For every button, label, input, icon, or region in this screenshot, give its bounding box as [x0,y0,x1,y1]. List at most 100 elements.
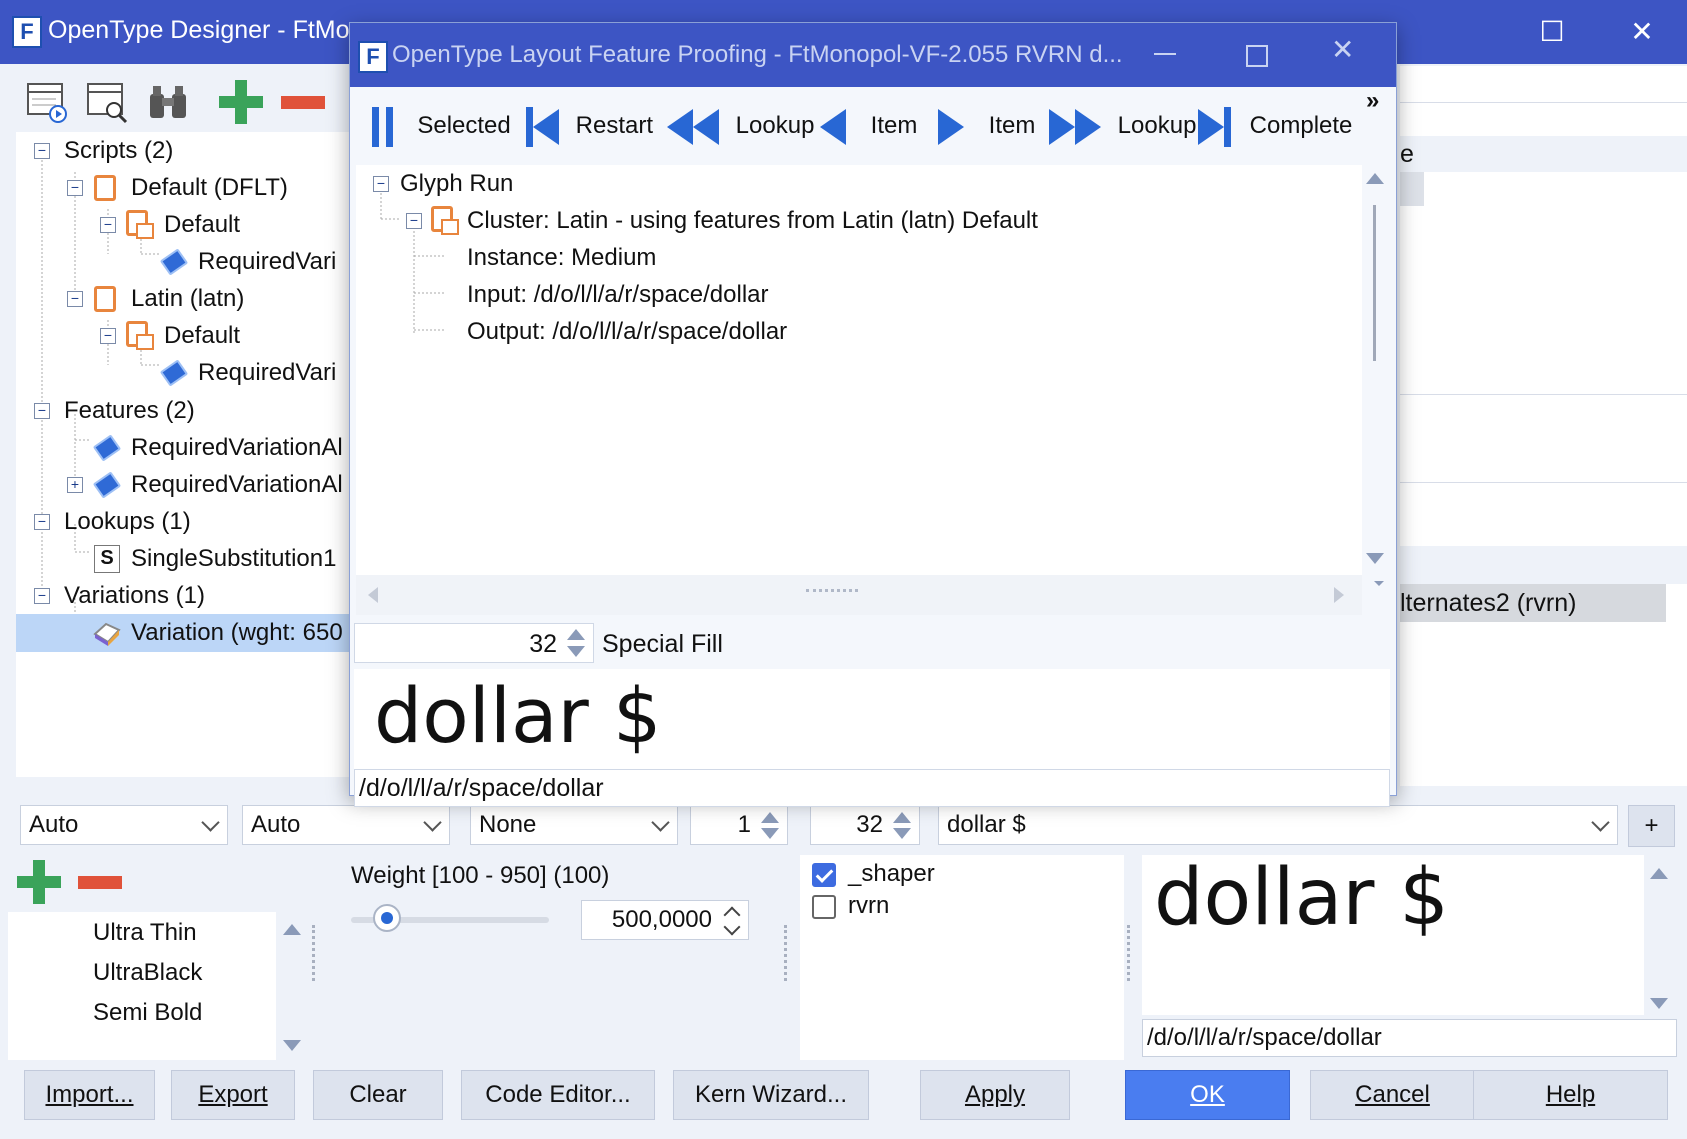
minimize-button[interactable] [1154,53,1176,55]
spin-count[interactable]: 1 [690,805,788,845]
restart-button[interactable]: Restart [526,99,653,153]
combo-none[interactable]: None [470,805,678,845]
scroll-right-icon[interactable] [1334,587,1344,603]
horizontal-scrollbar[interactable] [356,575,1362,615]
glyph-run-tree[interactable]: − Glyph Run − Cluster: Latin - using fea… [356,165,1362,575]
scroll-left-icon[interactable] [368,587,378,603]
collapse-icon[interactable]: − [34,143,50,159]
remove-icon[interactable] [281,96,325,109]
clear-button[interactable]: Clear [313,1070,443,1120]
spin-up-icon[interactable] [893,812,911,823]
tree-node-variations[interactable]: − Variations (1) [16,577,351,615]
tree-node-default-lang[interactable]: − Default [16,317,351,355]
cancel-button[interactable]: Cancel [1310,1070,1475,1120]
collapse-icon[interactable]: − [34,514,50,530]
tree-node-default-dflt[interactable]: − Default (DFLT) [16,169,351,207]
tree-node-features[interactable]: − Features (2) [16,392,351,430]
collapse-icon[interactable]: − [34,403,50,419]
maximize-button[interactable] [1246,45,1268,67]
tree-node-feature[interactable]: RequiredVariationAl [16,429,351,467]
tree-node-variation-selected[interactable]: Variation (wght: 650 [16,614,351,652]
scroll-thumb[interactable] [1373,205,1376,361]
instances-list[interactable]: Ultra Thin UltraBlack Semi Bold [8,912,276,1060]
tree-node-lookup[interactable]: S SingleSubstitution1 [16,540,351,578]
import-button[interactable]: Import... [24,1070,155,1120]
splitter-grip[interactable] [1127,925,1132,981]
scroll-down-icon[interactable] [283,1040,301,1051]
spin-down-icon[interactable] [567,646,585,657]
tree-node-feature[interactable]: + RequiredVariationAl [16,466,351,504]
splitter-grip[interactable] [312,925,317,981]
scroll-up-icon[interactable] [283,924,301,935]
toolbar-overflow-button[interactable]: » [1366,87,1379,115]
table-search-icon[interactable] [86,80,130,124]
font-size-spin[interactable]: 32 [354,623,594,663]
dialog-glyph-input[interactable]: /d/o/l/l/a/r/space/dollar [354,769,1390,807]
tree-node-required-feature[interactable]: RequiredVari [16,243,351,281]
complete-button[interactable]: Complete [1198,99,1352,153]
next-lookup-button[interactable]: Lookup [1049,99,1196,153]
next-item-button[interactable]: Item [938,99,1035,153]
scroll-down-icon[interactable] [1650,998,1668,1009]
kern-wizard-button[interactable]: Kern Wizard... [673,1070,869,1120]
spin-size[interactable]: 32 [810,805,920,845]
collapse-icon[interactable]: − [100,328,116,344]
selected-row[interactable]: lternates2 (rvrn) [1400,584,1666,622]
table-play-icon[interactable] [26,80,70,124]
combo-auto-2[interactable]: Auto [242,805,450,845]
tree-node-lookups[interactable]: − Lookups (1) [16,503,351,541]
spin-down-icon[interactable] [893,828,911,839]
combo-auto-1[interactable]: Auto [20,805,228,845]
splitter-grip[interactable] [784,925,789,981]
add-instance-icon[interactable] [17,860,61,904]
close-button[interactable]: ✕ [1622,12,1662,52]
weight-slider[interactable] [351,904,549,932]
weight-value-spin[interactable]: 500,0000 [581,900,749,940]
sample-text-combo[interactable]: dollar $ [938,805,1618,845]
export-button[interactable]: Export [171,1070,295,1120]
previous-item-button[interactable]: Item [820,99,917,153]
spin-up-icon[interactable] [761,812,779,823]
collapse-icon[interactable]: − [67,180,83,196]
scroll-up-icon[interactable] [1650,868,1668,879]
maximize-button[interactable]: ☐ [1532,12,1572,52]
tree-node-instance[interactable]: Instance: Medium [467,239,656,277]
collapse-icon[interactable]: − [34,588,50,604]
tree-node-scripts[interactable]: − Scripts (2) [16,132,351,170]
scroll-caret-icon[interactable] [1374,581,1384,586]
list-item[interactable]: UltraBlack [93,954,202,992]
tree-node-input[interactable]: Input: /d/o/l/l/a/r/space/dollar [467,276,769,314]
collapse-icon[interactable]: − [67,291,83,307]
previous-lookup-button[interactable]: Lookup [667,99,814,153]
binoculars-icon[interactable] [146,80,190,124]
list-item[interactable]: Ultra Thin [93,914,197,952]
glyph-input[interactable]: /d/o/l/l/a/r/space/dollar [1142,1019,1677,1057]
tree-node-latin[interactable]: − Latin (latn) [16,280,351,318]
scroll-up-icon[interactable] [1366,173,1384,184]
tree-node-output[interactable]: Output: /d/o/l/l/a/r/space/dollar [467,313,787,351]
spin-up-icon[interactable] [567,629,585,640]
code-editor-button[interactable]: Code Editor... [461,1070,655,1120]
feature-checkbox-shaper[interactable] [812,863,836,887]
chevron-down-icon[interactable] [723,918,741,936]
selected-button[interactable]: Selected [372,99,511,153]
collapse-icon[interactable]: − [100,217,116,233]
collapse-icon[interactable]: − [406,213,422,229]
add-sample-button[interactable]: + [1628,805,1675,847]
spin-down-icon[interactable] [761,828,779,839]
collapse-icon[interactable]: − [373,176,389,192]
close-button[interactable]: ✕ [1331,33,1354,66]
splitter-grip[interactable] [806,589,858,595]
tree-node-default-lang[interactable]: − Default [16,206,351,244]
feature-checkbox-rvrn[interactable] [812,895,836,919]
remove-instance-icon[interactable] [78,876,122,889]
add-icon[interactable] [219,80,263,124]
list-item[interactable]: Semi Bold [93,994,202,1032]
expand-icon[interactable]: + [67,477,83,493]
tree-node-required-feature[interactable]: RequiredVari [16,354,351,392]
ok-button[interactable]: OK [1125,1070,1290,1120]
apply-button[interactable]: Apply [920,1070,1070,1120]
scroll-down-icon[interactable] [1366,553,1384,564]
layout-tree[interactable]: − Scripts (2) − Default (DFLT) − Default… [16,132,351,777]
help-button[interactable]: Help [1473,1070,1668,1120]
